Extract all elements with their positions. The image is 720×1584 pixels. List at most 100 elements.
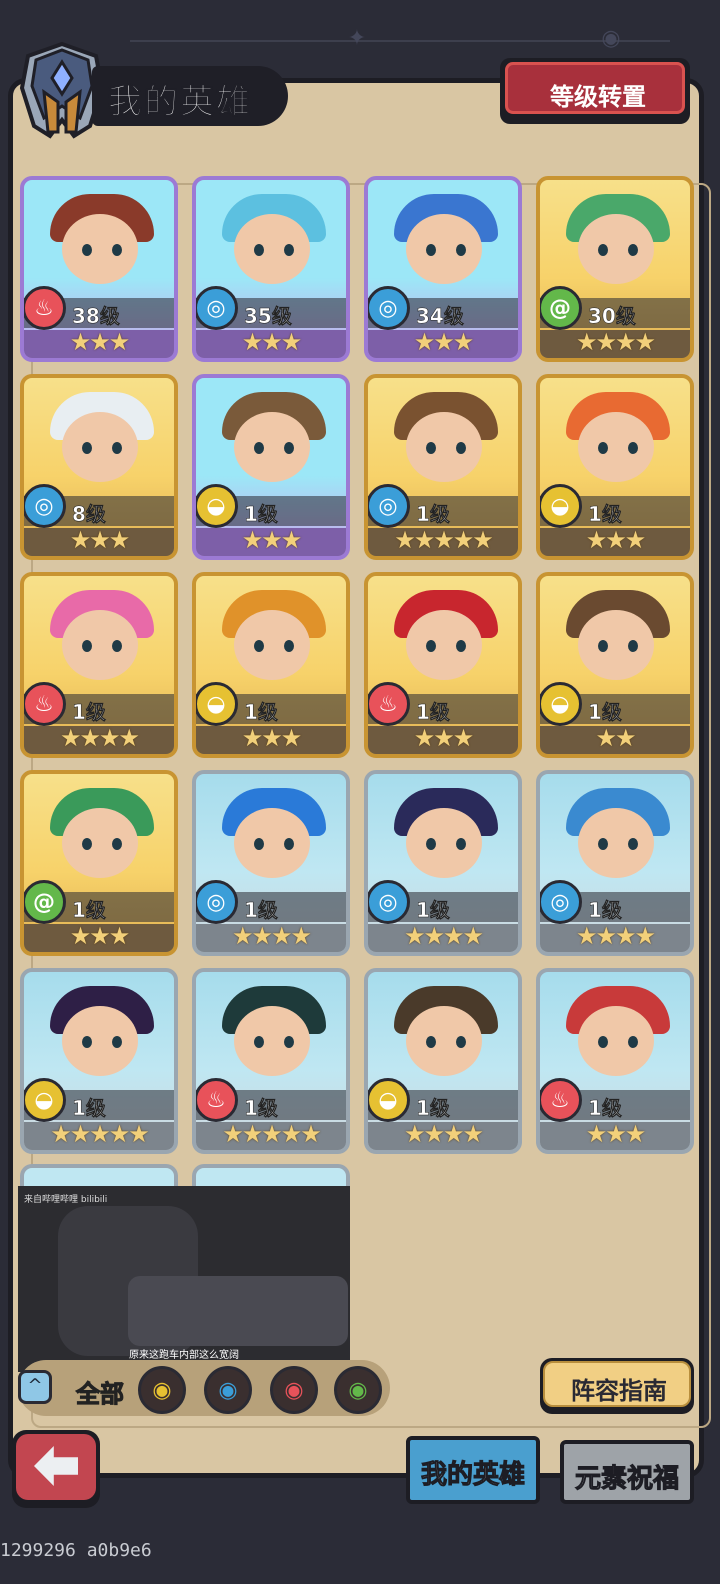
- hero-card[interactable]: ♨ 1级 ★★★: [536, 968, 694, 1154]
- hero-card[interactable]: ◒ 1级 ★★★: [192, 572, 350, 758]
- earth-element-icon: ◒: [196, 682, 238, 726]
- wind-element-icon: @: [540, 286, 582, 330]
- fire-element-icon: ♨: [368, 682, 410, 726]
- earth-element-icon: ◒: [368, 1078, 410, 1122]
- hero-portrait: [234, 412, 310, 482]
- hero-portrait-eye: [426, 244, 436, 256]
- hero-level: 1级: [244, 700, 278, 725]
- fire-element-icon: ♨: [24, 286, 66, 330]
- hero-stars: ★★★: [585, 526, 647, 554]
- hero-card[interactable]: ◒ 1级 ★★★★★: [20, 968, 178, 1154]
- hero-portrait-eye: [82, 838, 92, 850]
- hero-portrait-eye: [426, 1036, 436, 1048]
- hero-level: 1级: [416, 700, 450, 725]
- filter-all[interactable]: 全部: [76, 1374, 125, 1409]
- hero-card[interactable]: ◒ 1级 ★★: [536, 572, 694, 758]
- hero-portrait-eye: [112, 640, 122, 652]
- tab-element-blessing[interactable]: 元素祝福: [560, 1440, 694, 1504]
- filter-fire-icon[interactable]: ◉: [270, 1366, 318, 1414]
- fire-element-icon: ♨: [24, 682, 66, 726]
- hero-card[interactable]: ◒ 1级 ★★★★: [364, 968, 522, 1154]
- hero-portrait-eye: [112, 838, 122, 850]
- back-button[interactable]: [12, 1430, 100, 1508]
- fire-element-icon: ♨: [196, 1078, 238, 1122]
- hero-stars: ★★★: [241, 328, 303, 356]
- tab-element-blessing-label: 元素祝福: [574, 1464, 679, 1495]
- hero-stars: ★★★: [413, 328, 475, 356]
- hero-stars: ★★★: [241, 724, 303, 752]
- lineup-guide-button-face: 阵容指南: [543, 1361, 691, 1407]
- hero-portrait-eye: [112, 442, 122, 454]
- hero-card[interactable]: ◎ 1级 ★★★★: [536, 770, 694, 956]
- hero-card[interactable]: ♨ 1级 ★★★★★: [192, 968, 350, 1154]
- hero-portrait-eye: [426, 838, 436, 850]
- lineup-guide-button[interactable]: 阵容指南: [540, 1358, 694, 1414]
- hero-stars: ★★★★★: [50, 1120, 150, 1148]
- hero-stars: ★★★★★: [222, 1120, 322, 1148]
- water-element-icon: ◎: [196, 286, 238, 330]
- hero-portrait-eye: [82, 1036, 92, 1048]
- hero-stars: ★★★★: [403, 922, 484, 950]
- hero-portrait-eye: [284, 1036, 294, 1048]
- hero-portrait-eye: [456, 838, 466, 850]
- hero-level: 1级: [244, 502, 278, 527]
- hero-card[interactable]: ◎ 35级 ★★★: [192, 176, 350, 362]
- hero-card[interactable]: ♨ 38级 ★★★: [20, 176, 178, 362]
- hero-portrait: [406, 214, 482, 284]
- hero-portrait-eye: [598, 838, 608, 850]
- decorative-line: [130, 40, 670, 42]
- water-element-icon: ◎: [368, 286, 410, 330]
- hero-level: 1级: [244, 1096, 278, 1121]
- hero-portrait-eye: [284, 244, 294, 256]
- video-watermark: 来自哔哩哔哩 bilibili: [24, 1195, 108, 1205]
- hero-stars: ★★★: [69, 328, 131, 356]
- hero-card[interactable]: ◒ 1级 ★★★: [536, 374, 694, 560]
- back-arrow-icon: [34, 1446, 78, 1486]
- hero-card[interactable]: ♨ 1级 ★★★★: [20, 572, 178, 758]
- hero-card[interactable]: ♨ 1级 ★★★: [364, 572, 522, 758]
- eye-ornament-icon: ◉: [601, 26, 621, 51]
- hero-level: 1级: [72, 1096, 106, 1121]
- hero-stars: ★★★★: [575, 328, 656, 356]
- hero-card[interactable]: ◎ 1级 ★★★★: [364, 770, 522, 956]
- level-transfer-label: 等级转置: [550, 83, 646, 111]
- hero-level: 1级: [588, 700, 622, 725]
- filter-wind-icon[interactable]: ◉: [334, 1366, 382, 1414]
- hero-card[interactable]: ◎ 34级 ★★★: [364, 176, 522, 362]
- hero-portrait-eye: [598, 442, 608, 454]
- hero-card[interactable]: @1级★★★: [20, 770, 178, 956]
- hero-portrait: [234, 214, 310, 284]
- hero-portrait-eye: [598, 1036, 608, 1048]
- hero-card[interactable]: ◎ 8级 ★★★: [20, 374, 178, 560]
- earth-element-icon: ◒: [196, 484, 238, 528]
- level-transfer-button[interactable]: 等级转置: [500, 58, 690, 124]
- filter-earth-icon[interactable]: ◉: [138, 1366, 186, 1414]
- chevron-up-icon[interactable]: ^: [18, 1370, 52, 1404]
- hero-card[interactable]: ◒ 1级 ★★★: [192, 374, 350, 560]
- filter-water-icon[interactable]: ◉: [204, 1366, 252, 1414]
- hero-level: 38级: [72, 304, 120, 329]
- hero-portrait: [62, 808, 138, 878]
- video-caption: 原来这跑车内部这么宽阔: [129, 1350, 239, 1361]
- hero-portrait-eye: [254, 244, 264, 256]
- hero-level: 1级: [72, 700, 106, 725]
- hero-level: 1级: [588, 898, 622, 923]
- water-element-icon: ◎: [24, 484, 66, 528]
- hero-portrait-eye: [598, 244, 608, 256]
- hero-portrait: [578, 808, 654, 878]
- hero-portrait: [406, 808, 482, 878]
- hero-portrait-eye: [284, 838, 294, 850]
- hero-portrait-eye: [82, 244, 92, 256]
- hero-card[interactable]: ◎ 1级 ★★★★: [192, 770, 350, 956]
- build-id: 1299296 a0b9e6: [0, 1540, 152, 1561]
- hero-card[interactable]: @30级 ★★★★: [536, 176, 694, 362]
- hero-portrait: [578, 610, 654, 680]
- hero-portrait-eye: [284, 640, 294, 652]
- earth-element-icon: ◒: [24, 1078, 66, 1122]
- tab-my-heroes[interactable]: 我的英雄: [406, 1436, 540, 1504]
- hero-card[interactable]: ◎ 1级 ★★★★★: [364, 374, 522, 560]
- hero-stars: ★★★: [69, 526, 131, 554]
- video-overlay[interactable]: 来自哔哩哔哩 bilibili 原来这跑车内部这么宽阔: [18, 1186, 350, 1372]
- video-car-console: [128, 1276, 348, 1346]
- hero-stars: ★★★★★: [394, 526, 494, 554]
